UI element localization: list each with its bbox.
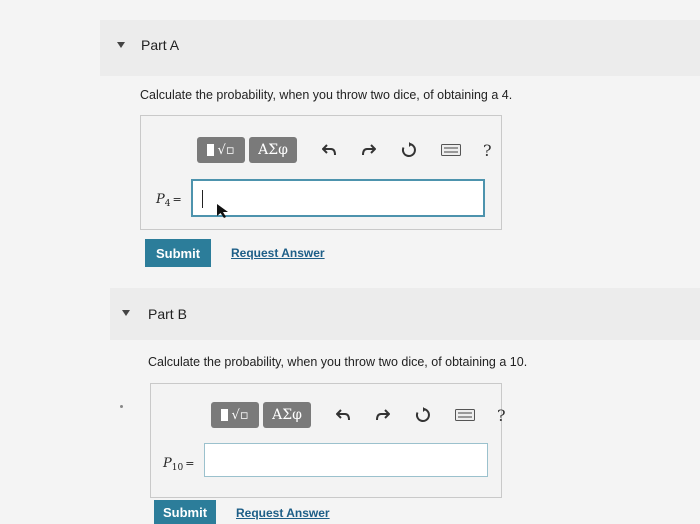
reset-icon[interactable] (401, 142, 417, 158)
part-b-variable-label: P10 = (163, 456, 195, 473)
part-b-submit-button[interactable]: Submit (154, 500, 216, 524)
part-a-header[interactable] (100, 20, 700, 76)
part-b-math-toolbar: √▫ ΑΣφ ? (211, 402, 506, 428)
greek-symbols-button[interactable]: ΑΣφ (249, 137, 297, 163)
part-a-text-cursor (202, 190, 203, 208)
mouse-pointer-icon (217, 204, 231, 223)
part-b-answer-input[interactable] (204, 443, 488, 477)
part-b-title: Part B (148, 306, 187, 322)
part-b-collapse-caret-icon[interactable] (122, 310, 130, 316)
undo-icon[interactable] (321, 142, 337, 158)
part-b-header[interactable] (110, 288, 700, 340)
part-a-request-answer-link[interactable]: Request Answer (231, 246, 325, 260)
greek-symbols-button[interactable]: ΑΣφ (263, 402, 311, 428)
part-b-answer-box: √▫ ΑΣφ ? P10 = (150, 383, 506, 498)
part-a-math-toolbar: √▫ ΑΣφ ? (197, 137, 492, 163)
redo-icon[interactable] (375, 407, 391, 423)
template-icon[interactable]: √▫ (197, 137, 245, 163)
keyboard-icon[interactable] (441, 142, 461, 158)
part-a-collapse-caret-icon[interactable] (117, 42, 125, 48)
decorative-dot (120, 405, 123, 408)
undo-icon[interactable] (335, 407, 351, 423)
part-b-question: Calculate the probability, when you thro… (148, 355, 528, 369)
part-a-answer-box: √▫ ΑΣφ ? P4 = (140, 115, 502, 230)
help-icon[interactable]: ? (483, 141, 492, 160)
part-b-request-answer-link[interactable]: Request Answer (236, 506, 330, 520)
template-icon[interactable]: √▫ (211, 402, 259, 428)
part-a-question: Calculate the probability, when you thro… (140, 88, 513, 102)
part-a-answer-input[interactable] (191, 179, 485, 217)
part-a-variable-label: P4 = (156, 192, 182, 209)
help-icon[interactable]: ? (497, 406, 506, 425)
part-a-submit-button[interactable]: Submit (145, 239, 211, 267)
reset-icon[interactable] (415, 407, 431, 423)
part-a-title: Part A (141, 37, 180, 53)
redo-icon[interactable] (361, 142, 377, 158)
keyboard-icon[interactable] (455, 407, 475, 423)
